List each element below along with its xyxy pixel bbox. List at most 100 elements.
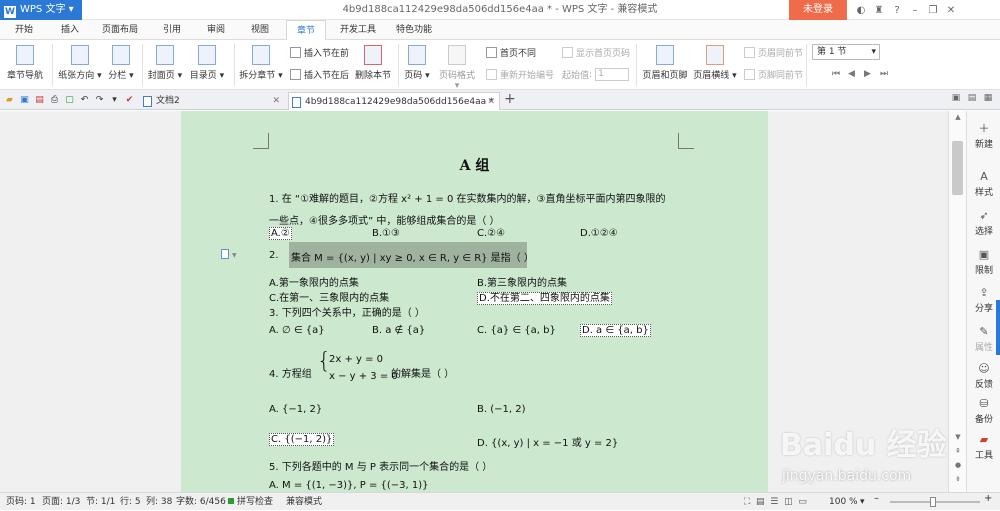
tab-list-icon[interactable]: ▤ <box>964 93 980 103</box>
spell-check[interactable]: 拼写检查 <box>228 493 273 511</box>
q2-option-d: D.不在第二、四象限内的点集 <box>477 292 612 305</box>
help-icon[interactable]: ? <box>888 5 906 16</box>
read-view-icon[interactable]: ▭ <box>798 497 807 507</box>
q4-option-d: D. {(x, y) | x = −1 或 y = 2} <box>477 438 619 449</box>
tab-start[interactable]: 开始 <box>6 20 42 40</box>
undo-icon[interactable]: ↶ <box>77 93 92 107</box>
checkbox-icon <box>744 47 755 58</box>
insert-section-after[interactable]: 插入节在后 <box>290 68 349 81</box>
side-select-button[interactable]: ➶ 选择 <box>967 210 1000 238</box>
header-footer-button[interactable]: 页眉和页脚 <box>640 45 690 81</box>
side-style-button[interactable]: A 样式 <box>967 171 1000 199</box>
insert-section-before[interactable]: 插入节在前 <box>290 46 349 59</box>
minimize-icon[interactable]: – <box>906 5 924 16</box>
columns-button[interactable]: 分栏 ▾ <box>106 45 136 81</box>
side-feedback-button[interactable]: ☺ 反馈 <box>967 363 1000 391</box>
outline-view-icon[interactable]: ☰ <box>770 497 778 507</box>
tab-reference[interactable]: 引用 <box>152 20 192 40</box>
web-view-icon[interactable]: ◫ <box>784 497 793 507</box>
format-painter-icon[interactable]: ✔ <box>122 93 137 107</box>
preview-icon[interactable]: ▢ <box>62 93 77 107</box>
same-prev-header-checkbox[interactable]: 页眉同前节 <box>744 46 803 59</box>
paper-direction-button[interactable]: 纸张方向 ▾ <box>56 45 104 81</box>
tab-features[interactable]: 特色功能 <box>388 20 440 40</box>
page-format-button[interactable]: 页码格式 ▾ <box>436 45 478 91</box>
paragraph-marker-icon[interactable] <box>221 249 229 259</box>
zoom-in-icon[interactable]: + <box>984 493 992 504</box>
close-tab-icon[interactable]: ✕ <box>272 92 280 110</box>
login-button[interactable]: 未登录 <box>789 0 847 20</box>
restart-numbering-checkbox[interactable]: 重新开始编号 <box>486 68 554 81</box>
document-page[interactable]: A 组 1. 在 “①难解的题目，②方程 x² + 1 = 0 在实数集内的解，… <box>181 111 768 492</box>
zoom-slider[interactable]: – + <box>874 493 994 508</box>
section-select[interactable]: 第 1 节 ▾ <box>812 44 880 60</box>
section-nav: ⏮ ◀ ▶ ⏭ <box>832 69 896 79</box>
scroll-up-icon[interactable]: ▲ <box>949 113 967 121</box>
side-tools-button[interactable]: ▰ 工具 <box>967 434 1000 462</box>
open-icon[interactable]: ▰ <box>2 93 17 107</box>
tab-layout[interactable]: 页面布局 <box>96 20 144 40</box>
prev-page-icon[interactable]: ⇞ <box>949 447 967 455</box>
tab-review[interactable]: 审阅 <box>196 20 236 40</box>
window-controls: ◐ ♜ ? – ❐ ✕ <box>852 0 960 20</box>
tab-options-icon[interactable]: ▦ <box>980 93 996 103</box>
show-first-page-number-checkbox[interactable]: 显示首页页码 <box>562 46 630 59</box>
toc-page-button[interactable]: 目录页 ▾ <box>188 45 226 81</box>
last-section-icon[interactable]: ⏭ <box>880 69 896 79</box>
redo-icon[interactable]: ↷ <box>92 93 107 107</box>
panel-collapse-handle[interactable] <box>996 300 1000 355</box>
window-switch-icon[interactable]: ▣ <box>948 93 964 103</box>
side-new-button[interactable]: ＋新建 <box>967 123 1000 151</box>
full-screen-icon[interactable]: ⛶ <box>744 497 750 507</box>
next-section-icon[interactable]: ▶ <box>864 69 880 79</box>
scroll-down-icon[interactable]: ▼ <box>949 433 967 441</box>
zoom-out-icon[interactable]: – <box>874 493 879 504</box>
next-page-icon[interactable]: ⇟ <box>949 475 967 483</box>
divider <box>398 44 399 86</box>
q3-option-a: A. ∅ ∈ {a} <box>269 325 325 336</box>
select-browse-icon[interactable]: ● <box>949 461 967 469</box>
pdf-icon[interactable]: ▤ <box>32 93 47 107</box>
tab-chapter[interactable]: 章节 <box>286 20 326 40</box>
delete-section-button[interactable]: 删除本节 <box>354 45 392 81</box>
page-number-button[interactable]: 页码 ▾ <box>402 45 432 81</box>
chevron-down-icon[interactable]: ▼ <box>232 252 237 259</box>
tab-view[interactable]: 视图 <box>240 20 280 40</box>
prev-section-icon[interactable]: ◀ <box>848 69 864 79</box>
close-tab-icon[interactable]: ✕ <box>487 93 495 111</box>
start-value-input[interactable]: 1 <box>595 68 630 81</box>
app-menu-button[interactable]: W WPS 文字 ▾ <box>0 0 82 20</box>
doc-tab-1[interactable]: 文档2 ✕ <box>140 92 284 110</box>
side-backup-button[interactable]: ⛁ 备份 <box>967 398 1000 426</box>
page-view-icon[interactable]: ▤ <box>756 497 765 507</box>
split-chapter-button[interactable]: 拆分章节 ▾ <box>238 45 284 81</box>
print-icon[interactable]: ⎙ <box>47 93 62 107</box>
new-tab-icon[interactable]: + <box>504 91 516 107</box>
question-2-selected[interactable]: 集合 M = {(x, y) | xy ≥ 0, x ∈ R, y ∈ R} 是… <box>289 242 534 268</box>
zoom-knob[interactable] <box>930 497 936 507</box>
close-icon[interactable]: ✕ <box>942 5 960 16</box>
header-line-button[interactable]: 页眉横线 ▾ <box>692 45 738 81</box>
vertical-scrollbar[interactable]: ▲ ▼ ⇞ ● ⇟ <box>948 111 966 492</box>
first-section-icon[interactable]: ⏮ <box>832 69 848 79</box>
more-icon[interactable]: ▾ <box>107 93 122 107</box>
same-prev-footer-checkbox[interactable]: 页脚同前节 <box>744 68 803 81</box>
window-title: 4b9d188ca112429e98da506dd156e4aa * - WPS… <box>342 4 658 15</box>
save-icon[interactable]: ▣ <box>17 93 32 107</box>
zoom-dropdown-icon[interactable]: ▾ <box>860 493 865 511</box>
tab-devtools[interactable]: 开发工具 <box>332 20 384 40</box>
chapter-nav-button[interactable]: 章节导航 <box>4 45 46 81</box>
shirt-icon[interactable]: ♜ <box>870 5 888 16</box>
tab-insert[interactable]: 插入 <box>50 20 90 40</box>
status-words[interactable]: 字数: 6/456 <box>176 493 226 511</box>
side-restrict-button[interactable]: ▣ 限制 <box>967 249 1000 277</box>
zoom-level[interactable]: 100 % <box>829 493 858 511</box>
share-icon: ⇪ <box>979 286 989 299</box>
restore-icon[interactable]: ❐ <box>924 5 942 16</box>
skin-icon[interactable]: ◐ <box>852 5 870 16</box>
doc-tab-2[interactable]: 4b9d188ca112429e98da506dd156e4aa * ✕ <box>288 92 500 110</box>
scrollbar-thumb[interactable] <box>952 141 963 195</box>
diff-first-page-checkbox[interactable]: 首页不同 <box>486 46 536 59</box>
cover-page-button[interactable]: 封面页 ▾ <box>146 45 184 81</box>
q3-option-d: D. a ∈ {a, b} <box>580 324 651 337</box>
